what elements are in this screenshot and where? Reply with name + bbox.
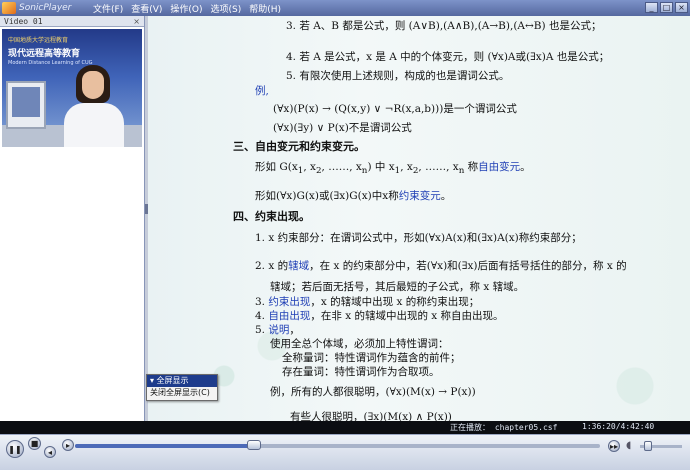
maximize-button[interactable]: □ <box>660 2 673 13</box>
stop-icon: ■ <box>30 439 39 448</box>
content-line: 使用全总个体域，必须加上特性谓词： <box>270 338 449 350</box>
section-heading: 四、约束出现。 <box>233 210 310 223</box>
video-monitor <box>6 81 46 129</box>
menu-view[interactable]: 查看(V) <box>131 2 162 15</box>
menu-operate[interactable]: 操作(O) <box>170 2 202 15</box>
volume-thumb[interactable] <box>644 441 653 451</box>
video-panel: Video 01 × 中国地质大学远程教育 现代远程高等教育 Modern Di… <box>0 16 145 421</box>
content-line: 有些人很聪明，(∃x)(M(x) ∧ P(x)) <box>290 411 452 421</box>
seek-thumb[interactable] <box>246 440 261 450</box>
content-line: 2. x 的辖域，在 x 的约束部分中，若(∀x)和(∃x)后面有括号括住的部分… <box>255 260 627 272</box>
next-icon: ▸ <box>65 440 70 450</box>
content-line: 形如 G(x1, x2, ……, xn) 中 x1, x2, ……, xn 称自… <box>255 161 531 177</box>
minimize-button[interactable]: _ <box>645 2 658 13</box>
lecture-content: 3. 若 A、B 都是公式，则 (A∨B),(A∧B),(A→B),(A↔B) … <box>148 16 690 421</box>
app-logo-icon <box>2 2 16 14</box>
stop-button[interactable]: ■ <box>28 437 41 450</box>
menu-file[interactable]: 文件(F) <box>93 2 123 15</box>
video-panel-header: Video 01 × <box>0 16 144 27</box>
menu-options[interactable]: 选项(S) <box>211 2 242 15</box>
video-banner-line1: 中国地质大学远程教育 <box>8 37 69 44</box>
control-bar <box>0 434 690 470</box>
status-bar: 正在播放： chapter05.csf 1:36:20/4:42:40 <box>0 421 690 434</box>
lecturer-face <box>82 71 104 99</box>
menu-bar: 文件(F) 查看(V) 操作(O) 选项(S) 帮助(H) <box>93 2 281 15</box>
content-line: 5. 说明， <box>255 324 300 336</box>
content-line: 3. 若 A、B 都是公式，则 (A∨B),(A∧B),(A→B),(A↔B) … <box>286 20 602 32</box>
section-heading: 三、自由变元和约束变元。 <box>233 140 365 153</box>
content-line: (∀x)(∃y) ∨ P(x)不是谓词公式 <box>273 122 412 134</box>
menu-item-fullscreen[interactable]: ▾ 全屏显示 <box>147 375 217 387</box>
content-line: 例，所有的人都很聪明，(∀x)(M(x) → P(x)) <box>270 386 476 398</box>
background-decoration <box>590 266 680 416</box>
content-line: 4. 若 A 是公式，x 是 A 中的个体变元，则 (∀x)A或(∃x)A 也是… <box>286 51 610 63</box>
previous-button[interactable]: ◂ <box>44 446 56 458</box>
example-label: 例, <box>255 85 269 97</box>
pause-icon: ❚❚ <box>8 444 22 454</box>
video-title: Video 01 <box>4 16 43 26</box>
video-close-icon[interactable]: × <box>133 17 140 26</box>
menu-help[interactable]: 帮助(H) <box>249 2 281 15</box>
video-banner-line3: Modern Distance Learning of CUG <box>8 60 93 66</box>
next-button[interactable]: ▸ <box>62 439 74 451</box>
content-line: 辖域；若后面无括号，其后最短的子公式，称 x 辖域。 <box>270 281 525 293</box>
seek-bar[interactable] <box>75 444 600 448</box>
lecturer-body <box>64 103 124 147</box>
content-line: 形如(∀x)G(x)或(∃x)G(x)中x称约束变元。 <box>255 190 452 202</box>
content-line: 5. 有限次使用上述规则，构成的也是谓词公式。 <box>286 70 510 82</box>
content-line: 存在量词：特性谓词作为合取项。 <box>282 366 440 378</box>
video-frame[interactable]: 中国地质大学远程教育 现代远程高等教育 Modern Distance Lear… <box>2 29 142 147</box>
seek-bar-fill <box>75 444 254 448</box>
fast-forward-icon: ▸▸ <box>609 441 619 451</box>
content-line: 4. 自由出现，在非 x 的辖域中出现的 x 称自由出现。 <box>255 310 504 322</box>
menu-item-exit-fullscreen[interactable]: 关闭全屏显示(C) <box>147 387 217 399</box>
speaker-icon[interactable]: ◖ <box>626 440 631 451</box>
time-readout: 1:36:20/4:42:40 <box>582 422 655 431</box>
title-bar: SonicPlayer 文件(F) 查看(V) 操作(O) 选项(S) 帮助(H… <box>0 0 690 16</box>
content-line: 1. x 约束部分：在谓词公式中，形如(∀x)A(x)和(∃x)A(x)称约束部… <box>255 232 582 244</box>
video-banner: 中国地质大学远程教育 现代远程高等教育 Modern Distance Lear… <box>8 35 118 66</box>
window-controls: _ □ × <box>645 2 688 13</box>
close-button[interactable]: × <box>675 2 688 13</box>
now-playing-text: 正在播放： chapter05.csf <box>450 423 558 432</box>
previous-icon: ◂ <box>47 447 52 457</box>
content-line: 3. 约束出现，x 的辖域中出现 x 的称约束出现； <box>255 296 480 308</box>
video-banner-line2: 现代远程高等教育 <box>8 49 81 59</box>
content-line: (∀x)(P(x) → (Q(x,y) ∨ ¬R(x,a,b)))是一个谓词公式 <box>273 103 517 115</box>
content-line: 全称量词：特性谓词作为蕴含的前件； <box>282 352 461 364</box>
context-menu: ▾ 全屏显示 关闭全屏显示(C) <box>146 374 218 401</box>
fast-forward-button[interactable]: ▸▸ <box>608 440 620 452</box>
app-name: SonicPlayer <box>19 3 72 13</box>
play-pause-button[interactable]: ❚❚ <box>6 440 24 458</box>
